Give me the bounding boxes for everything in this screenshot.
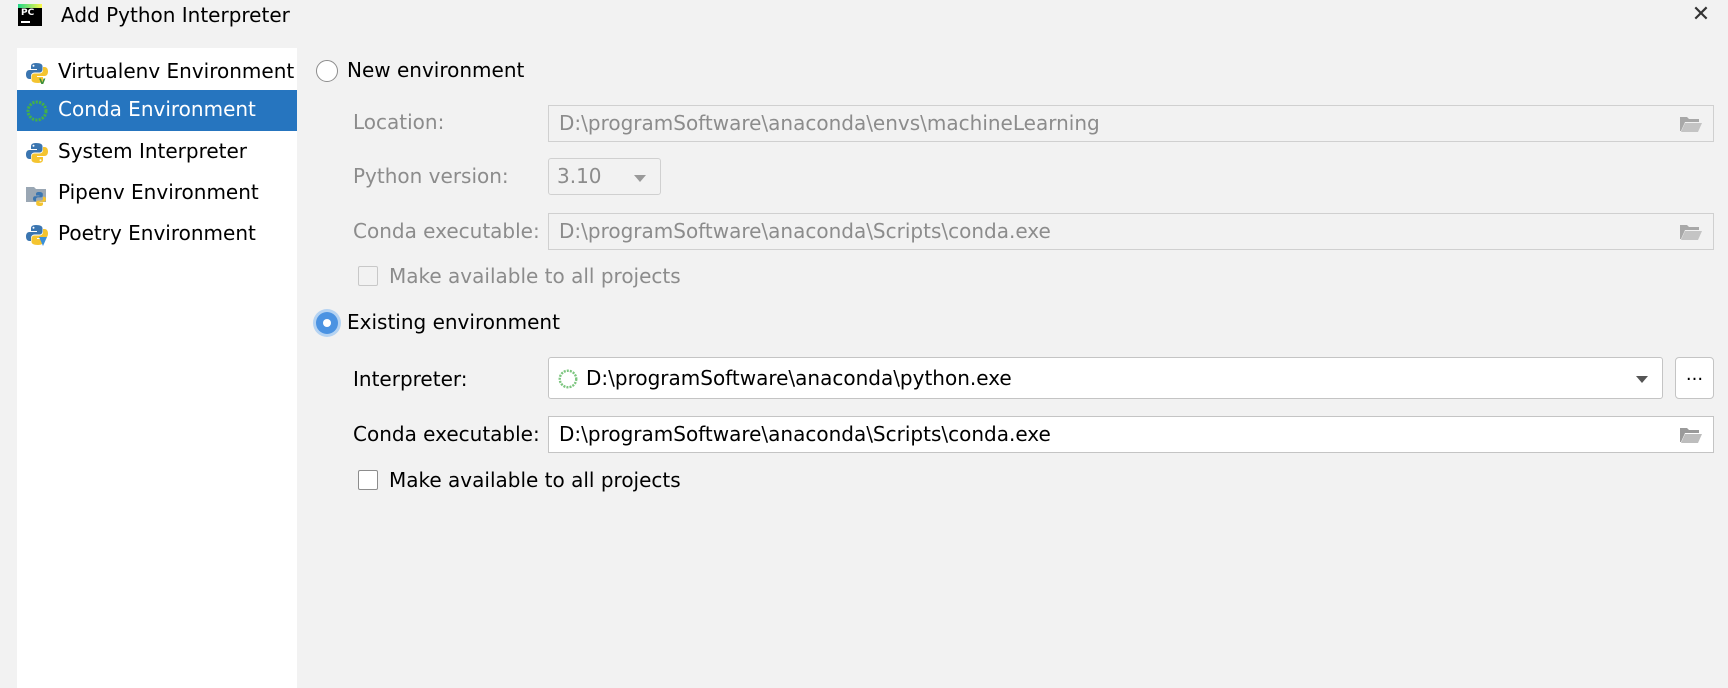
- interpreter-select[interactable]: D:\programSoftware\anaconda\python.exe: [548, 357, 1663, 399]
- python-virtualenv-icon: v: [26, 63, 48, 85]
- conda-executable-value-new: D:\programSoftware\anaconda\Scripts\cond…: [559, 219, 1051, 243]
- location-value: D:\programSoftware\anaconda\envs\machine…: [559, 111, 1100, 135]
- close-icon[interactable]: ✕: [1688, 2, 1714, 28]
- svg-text:v: v: [39, 76, 46, 85]
- conda-executable-value: D:\programSoftware\anaconda\Scripts\cond…: [559, 422, 1051, 446]
- sidebar-item-virtualenv[interactable]: v Virtualenv Environment: [17, 52, 297, 93]
- python-version-value: 3.10: [557, 164, 602, 188]
- python-version-select[interactable]: 3.10: [548, 158, 661, 195]
- make-available-label: Make available to all projects: [389, 468, 681, 492]
- existing-environment-radio[interactable]: [316, 312, 338, 334]
- browse-interpreter-button[interactable]: ...: [1675, 357, 1714, 399]
- sidebar-item-label: Virtualenv Environment: [58, 59, 295, 83]
- conda-executable-field[interactable]: D:\programSoftware\anaconda\Scripts\cond…: [548, 416, 1714, 453]
- location-field[interactable]: D:\programSoftware\anaconda\envs\machine…: [548, 105, 1714, 142]
- sidebar-item-conda[interactable]: Conda Environment: [17, 90, 297, 131]
- existing-environment-label: Existing environment: [347, 310, 560, 334]
- window-title: Add Python Interpreter: [61, 3, 290, 27]
- make-available-label-new: Make available to all projects: [389, 264, 681, 288]
- chevron-down-icon: [634, 175, 646, 182]
- sidebar-item-label: Conda Environment: [58, 97, 256, 121]
- sidebar-item-label: Poetry Environment: [58, 221, 256, 245]
- sidebar-item-pipenv[interactable]: Pipenv Environment: [17, 173, 297, 214]
- python-version-label: Python version:: [353, 164, 509, 188]
- conda-executable-field-new[interactable]: D:\programSoftware\anaconda\Scripts\cond…: [548, 213, 1714, 250]
- chevron-down-icon: [1636, 376, 1648, 383]
- folder-icon[interactable]: [1679, 426, 1703, 444]
- interpreter-value: D:\programSoftware\anaconda\python.exe: [586, 366, 1012, 390]
- new-environment-radio[interactable]: [316, 60, 338, 82]
- title-bar: PC Add Python Interpreter ✕: [0, 0, 1728, 34]
- conda-executable-label: Conda executable:: [353, 422, 540, 446]
- new-environment-label: New environment: [347, 58, 525, 82]
- sidebar-item-label: Pipenv Environment: [58, 180, 259, 204]
- folder-icon[interactable]: [1679, 223, 1703, 241]
- python-icon: [26, 143, 48, 163]
- sidebar-item-poetry[interactable]: Poetry Environment: [17, 214, 297, 255]
- make-available-checkbox-new[interactable]: [358, 266, 378, 286]
- sidebar-item-label: System Interpreter: [58, 139, 248, 163]
- logo-text: PC: [21, 8, 35, 18]
- conda-executable-label-new: Conda executable:: [353, 219, 540, 243]
- environment-type-list: v Virtualenv Environment Conda Environme…: [17, 48, 297, 688]
- pipenv-icon: [26, 187, 46, 206]
- sidebar-item-system[interactable]: System Interpreter: [17, 132, 297, 173]
- conda-icon: [558, 369, 578, 389]
- conda-icon: [26, 100, 48, 122]
- location-label: Location:: [353, 110, 445, 134]
- make-available-checkbox[interactable]: [358, 470, 378, 490]
- folder-icon[interactable]: [1679, 115, 1703, 133]
- pycharm-logo-icon: PC: [18, 4, 42, 26]
- poetry-icon: [26, 225, 48, 246]
- interpreter-label: Interpreter:: [353, 367, 468, 391]
